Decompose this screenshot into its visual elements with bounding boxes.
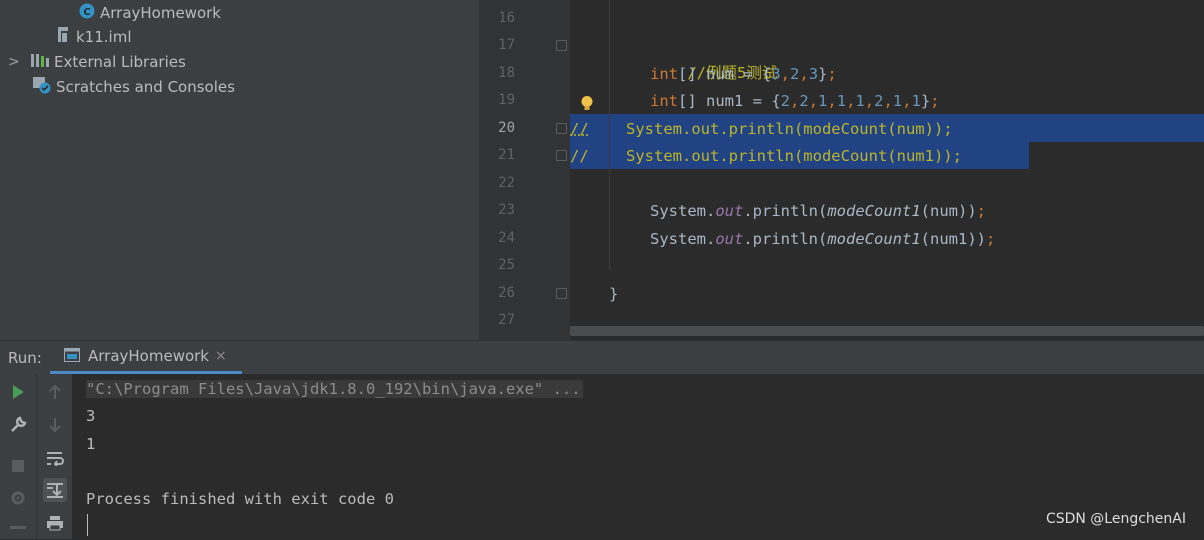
code-line-18[interactable]: int[] num = {3,2,3};: [650, 61, 837, 88]
line-number: 24: [498, 230, 515, 246]
chevron-right-icon[interactable]: >: [8, 54, 30, 70]
rerun-button[interactable]: [6, 380, 30, 404]
tree-item-label: External Libraries: [54, 52, 186, 71]
line-number: 26: [498, 285, 515, 301]
console-toolbar: [36, 374, 73, 539]
code-line-23[interactable]: System.out.println(modeCount1(num));: [650, 198, 986, 225]
soft-wrap-icon[interactable]: [43, 446, 67, 470]
module-file-icon: [56, 26, 72, 48]
console-output[interactable]: "C:\Program Files\Java\jdk1.8.0_192\bin\…: [72, 374, 1204, 539]
fold-marker-icon[interactable]: [556, 150, 567, 161]
more-icon[interactable]: [6, 516, 30, 540]
tab-arrayhomework[interactable]: ArrayHomework ×: [50, 341, 242, 374]
run-config-icon: [64, 347, 80, 366]
console-output-line: 1: [86, 435, 96, 453]
line-number: 23: [498, 202, 515, 218]
code-line-20[interactable]: // System.out.println(modeCount(num));: [570, 116, 953, 143]
tree-item-k11-iml[interactable]: k11.iml: [56, 24, 132, 49]
console-caret: [87, 514, 88, 536]
line-number: 17: [498, 37, 515, 53]
fold-marker-icon[interactable]: [556, 288, 567, 299]
tree-item-label: k11.iml: [76, 27, 132, 46]
run-toolbar: [0, 374, 36, 539]
line-number: 18: [498, 65, 515, 81]
fold-marker-icon[interactable]: [556, 123, 567, 134]
line-number: 22: [498, 175, 515, 191]
tree-item-scratches[interactable]: Scratches and Consoles: [32, 74, 235, 99]
line-number-current: 20: [498, 120, 515, 136]
console-exit-line: Process finished with exit code 0: [86, 490, 394, 508]
line-number: 19: [498, 92, 515, 108]
code-editor[interactable]: 16 17 18 19 20 21 22 23 24 25 26 27 //例题…: [479, 0, 1204, 340]
code-line-24[interactable]: System.out.println(modeCount1(num1));: [650, 226, 995, 253]
arrow-up-icon[interactable]: [43, 380, 67, 404]
run-label: Run:: [8, 349, 42, 367]
line-number: 21: [498, 147, 515, 163]
stop-button[interactable]: [6, 454, 30, 478]
scroll-to-end-icon[interactable]: [43, 478, 67, 502]
tree-item-label: Scratches and Consoles: [56, 77, 235, 96]
code-line-21[interactable]: // System.out.println(modeCount(num1));: [570, 143, 962, 170]
code-line-19[interactable]: int[] num1 = {2,2,1,1,1,2,1,1};: [650, 88, 940, 115]
horizontal-scrollbar[interactable]: [570, 326, 1204, 336]
fold-marker-icon[interactable]: [556, 40, 567, 51]
debug-gear-icon[interactable]: [6, 486, 30, 510]
tree-item-label: ArrayHomework: [100, 3, 221, 22]
tree-item-external-libraries[interactable]: > External Libraries: [8, 49, 186, 74]
console-output-line: 3: [86, 407, 96, 425]
close-icon[interactable]: ×: [215, 348, 227, 364]
line-number: 16: [498, 10, 515, 26]
code-line-17[interactable]: //例题5测试: [650, 33, 777, 82]
code-line-26[interactable]: }: [609, 281, 618, 308]
print-icon[interactable]: [43, 511, 67, 535]
project-tree-panel: C ArrayHomework k11.iml > External Libra…: [0, 0, 479, 340]
java-class-icon: C: [78, 2, 96, 24]
libraries-icon: [30, 52, 50, 72]
svg-text:C: C: [83, 7, 90, 18]
wrench-icon[interactable]: [6, 413, 30, 437]
line-number: 25: [498, 257, 515, 273]
console-command-line: "C:\Program Files\Java\jdk1.8.0_192\bin\…: [86, 380, 583, 398]
tree-item-arrayhomework[interactable]: C ArrayHomework: [78, 0, 221, 25]
scratches-icon: [32, 76, 52, 98]
run-toolwindow-header: Run: ArrayHomework ×: [0, 340, 1204, 374]
watermark: CSDN @LengchenAI: [1045, 511, 1186, 527]
tab-label: ArrayHomework: [88, 347, 209, 365]
line-number: 27: [498, 312, 515, 328]
arrow-down-icon[interactable]: [43, 413, 67, 437]
